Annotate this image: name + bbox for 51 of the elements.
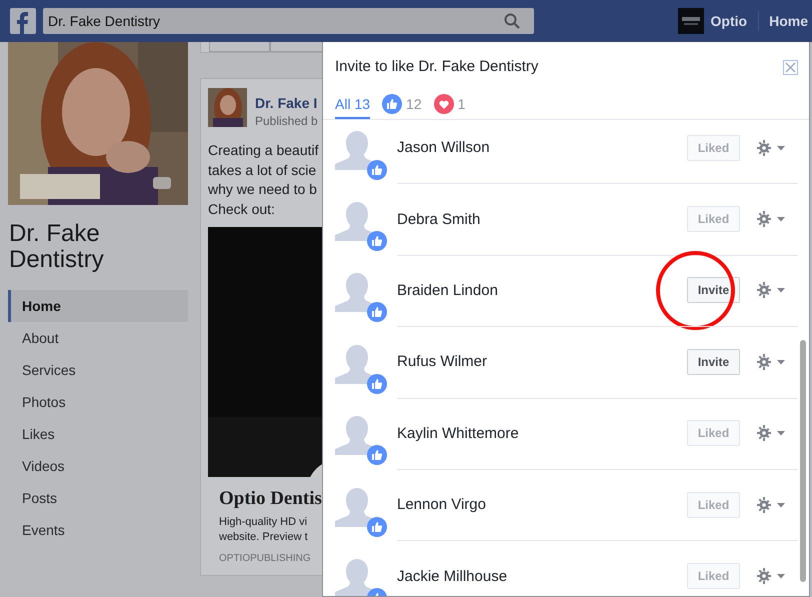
close-icon[interactable] (783, 60, 798, 75)
nav-item[interactable]: Photos (8, 386, 188, 418)
like-icon (367, 374, 387, 394)
nav-item[interactable]: Posts (8, 482, 188, 514)
like-icon (367, 302, 387, 322)
nav-item[interactable]: About (8, 322, 188, 354)
search-field[interactable]: Dr. Fake Dentistry (43, 8, 534, 34)
link-domain: OPTIOPUBLISHING (219, 553, 312, 564)
dialog-title: Invite to like Dr. Fake Dentistry (335, 58, 538, 75)
invite-button[interactable]: Invite (687, 348, 740, 375)
search-icon[interactable] (504, 13, 520, 29)
nav-item[interactable]: Services (8, 354, 188, 386)
nav-item[interactable]: Home (8, 290, 188, 322)
post-text: Creating a beautif (208, 141, 320, 160)
settings-icon[interactable] (757, 211, 785, 228)
person-name[interactable]: Jackie Millhouse (397, 568, 687, 585)
person-name[interactable]: Rufus Wilmer (397, 353, 687, 370)
post-text: Check out: (208, 200, 276, 218)
home-link[interactable]: Home (769, 13, 812, 29)
nav-item[interactable]: Events (8, 514, 188, 546)
settings-icon[interactable] (757, 140, 785, 156)
link-title[interactable]: Optio Dentis (219, 488, 322, 510)
settings-icon[interactable] (757, 496, 785, 513)
person-name[interactable]: Braiden Lindon (397, 282, 687, 299)
like-icon (367, 231, 387, 252)
facebook-logo-icon[interactable] (10, 8, 36, 34)
settings-icon[interactable] (757, 425, 785, 442)
filter-tab[interactable]: All 13 (335, 91, 370, 119)
like-icon (367, 445, 387, 466)
settings-icon[interactable] (757, 282, 785, 298)
settings-icon[interactable] (757, 354, 785, 370)
page-title: Dr. Fake Dentistry (9, 221, 105, 273)
person-name[interactable]: Kaylin Whittemore (397, 424, 687, 442)
like-icon (382, 94, 402, 114)
nav-item[interactable]: Likes (8, 418, 188, 450)
post-author[interactable]: Dr. Fake I (255, 95, 318, 111)
link-description: High-quality HD vi (219, 515, 308, 530)
post-text: takes a lot of scie (208, 160, 318, 180)
invite-button[interactable]: Invite (687, 277, 740, 304)
scrollbar[interactable] (800, 340, 806, 582)
person-name[interactable]: Lennon Virgo (397, 496, 687, 514)
profile-link[interactable]: Optio (710, 13, 754, 29)
settings-icon[interactable] (757, 568, 785, 584)
post-text: why we need to b (208, 180, 318, 199)
post-meta: Published b (255, 114, 318, 128)
person-name[interactable]: Debra Smith (397, 210, 687, 228)
like-icon (367, 516, 387, 537)
nav-item[interactable]: Videos (8, 450, 188, 482)
link-description: website. Preview t (219, 530, 309, 545)
like-icon (367, 160, 387, 180)
person-name[interactable]: Jason Willson (397, 139, 687, 156)
